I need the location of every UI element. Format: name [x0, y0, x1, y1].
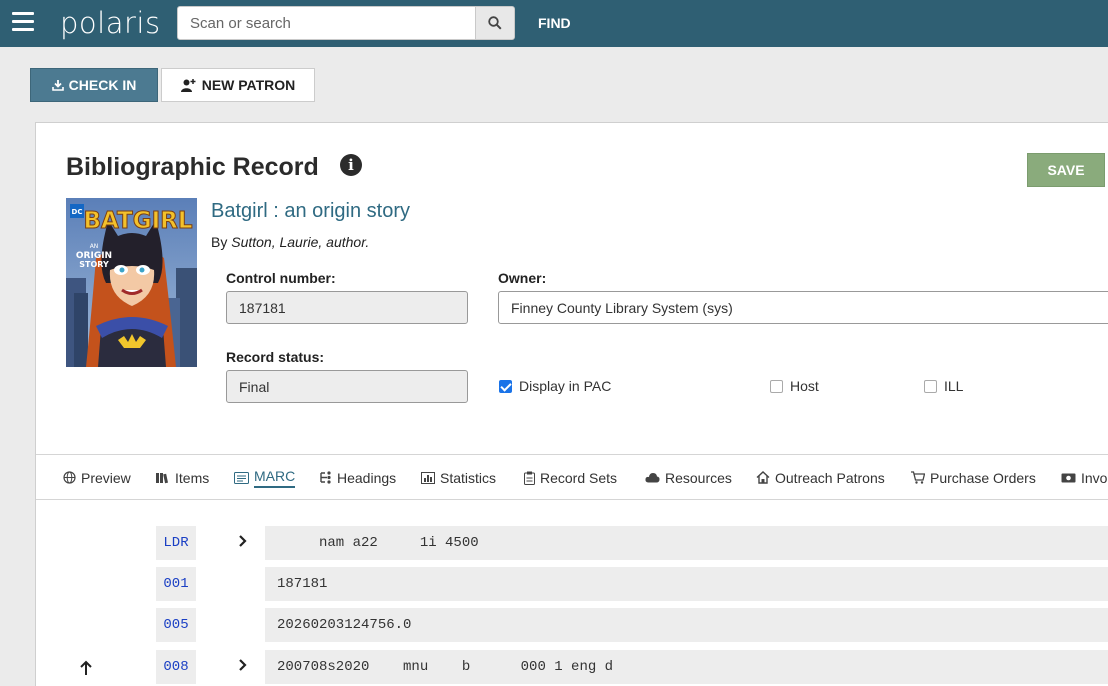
host-label: Host [790, 378, 819, 394]
cover-title: BATGIRL [83, 208, 192, 234]
items-icon [156, 472, 169, 483]
find-link[interactable]: FIND [538, 15, 571, 31]
tab-label: Resources [665, 469, 732, 486]
byline: By Sutton, Laurie, author. [211, 234, 369, 250]
check-in-label: CHECK IN [68, 77, 137, 93]
display-in-pac-checkbox[interactable]: Display in PAC [499, 378, 611, 394]
checkbox-empty-icon [770, 379, 783, 393]
tab-label: Invo [1081, 469, 1108, 486]
download-icon [51, 80, 64, 91]
cover-brand: DC [72, 208, 83, 216]
marc-field-value[interactable]: 187181 [265, 567, 1108, 601]
tab-label: Record Sets [540, 469, 618, 486]
cart-icon [911, 471, 925, 484]
checkbox-checked-icon [499, 379, 512, 393]
tab-outreach-patrons[interactable]: Outreach Patrons [756, 455, 885, 500]
search-icon [488, 16, 502, 30]
menu-icon[interactable] [12, 12, 34, 32]
page-title: Bibliographic Record [66, 153, 319, 181]
tab-label: Purchase Orders [930, 469, 1036, 486]
control-number-label: Control number: [226, 270, 336, 286]
arrow-up-icon[interactable] [79, 660, 93, 676]
search-input[interactable] [177, 6, 476, 40]
marc-field-value[interactable]: 20260203124756.0 [265, 608, 1108, 642]
tab-record-sets[interactable]: Record Sets [524, 455, 617, 500]
tab-label: Preview [81, 469, 131, 486]
headings-icon [320, 471, 331, 484]
tab-label: Headings [337, 469, 397, 486]
info-icon[interactable]: i [340, 154, 362, 176]
check-in-button[interactable]: CHECK IN [30, 68, 158, 102]
marc-field-value[interactable]: 200708s2020 mnu b 000 1 eng d [265, 650, 1108, 684]
display-in-pac-label: Display in PAC [519, 378, 612, 394]
tab-invoices[interactable]: Invo [1061, 455, 1107, 500]
marc-field-value[interactable]: nam a22 1i 4500 [265, 526, 1108, 560]
tab-label: Items [175, 469, 210, 486]
tab-statistics[interactable]: Statistics [421, 455, 496, 500]
new-patron-label: NEW PATRON [201, 77, 296, 93]
add-user-icon [180, 78, 196, 92]
book-cover-image: DC BATGIRL AN ORIGIN STORY [66, 198, 197, 367]
cover-subtitle-c: STORY [79, 260, 109, 269]
control-number-field: 187181 [226, 291, 468, 324]
top-bar: polaris FIND [0, 0, 1108, 47]
marc-tag[interactable]: 001 [156, 567, 196, 601]
tab-resources[interactable]: Resources [645, 455, 732, 500]
marc-icon [234, 471, 249, 484]
money-icon [1061, 473, 1076, 482]
checkbox-empty-icon [924, 379, 937, 393]
search-button[interactable] [475, 6, 515, 40]
tab-label: MARC [254, 468, 296, 488]
host-checkbox[interactable]: Host [770, 378, 819, 394]
tab-purchase-orders[interactable]: Purchase Orders [911, 455, 1036, 500]
record-status-field: Final [226, 370, 468, 403]
marc-tag[interactable]: 005 [156, 608, 196, 642]
ill-checkbox[interactable]: ILL [924, 378, 963, 394]
cloud-icon [645, 473, 660, 483]
book-title-link[interactable]: Batgirl : an origin story [211, 200, 410, 223]
tab-headings[interactable]: Headings [319, 455, 396, 500]
new-patron-button[interactable]: NEW PATRON [161, 68, 315, 102]
owner-label: Owner: [498, 270, 547, 286]
tab-label: Outreach Patrons [775, 469, 885, 486]
tab-label: Statistics [440, 469, 497, 486]
by-prefix: By [211, 234, 228, 250]
owner-select[interactable]: Finney County Library System (sys) [498, 291, 1108, 324]
statistics-icon [421, 471, 435, 484]
home-icon [756, 471, 770, 484]
cover-subtitle-a: AN [90, 243, 99, 250]
record-tabs: Preview Items MARC Headings Statistics R… [36, 454, 1108, 500]
tab-preview[interactable]: Preview [63, 455, 131, 500]
save-button[interactable]: SAVE [1027, 153, 1105, 187]
record-sets-icon [524, 471, 535, 485]
tab-items[interactable]: Items [156, 455, 209, 500]
polaris-logo[interactable]: polaris [60, 6, 161, 40]
bib-record-card: Bibliographic Record i SAVE DC BATGIRL A… [35, 122, 1108, 686]
tab-marc[interactable]: MARC [234, 455, 296, 500]
marc-tag[interactable]: 008 [156, 650, 196, 684]
chevron-right-icon[interactable] [236, 534, 250, 548]
globe-icon [63, 471, 76, 484]
record-status-label: Record status: [226, 349, 325, 365]
chevron-right-icon[interactable] [236, 658, 250, 672]
ill-label: ILL [944, 378, 964, 394]
author-name: Sutton, Laurie, author. [231, 234, 370, 250]
marc-tag[interactable]: LDR [156, 526, 196, 560]
